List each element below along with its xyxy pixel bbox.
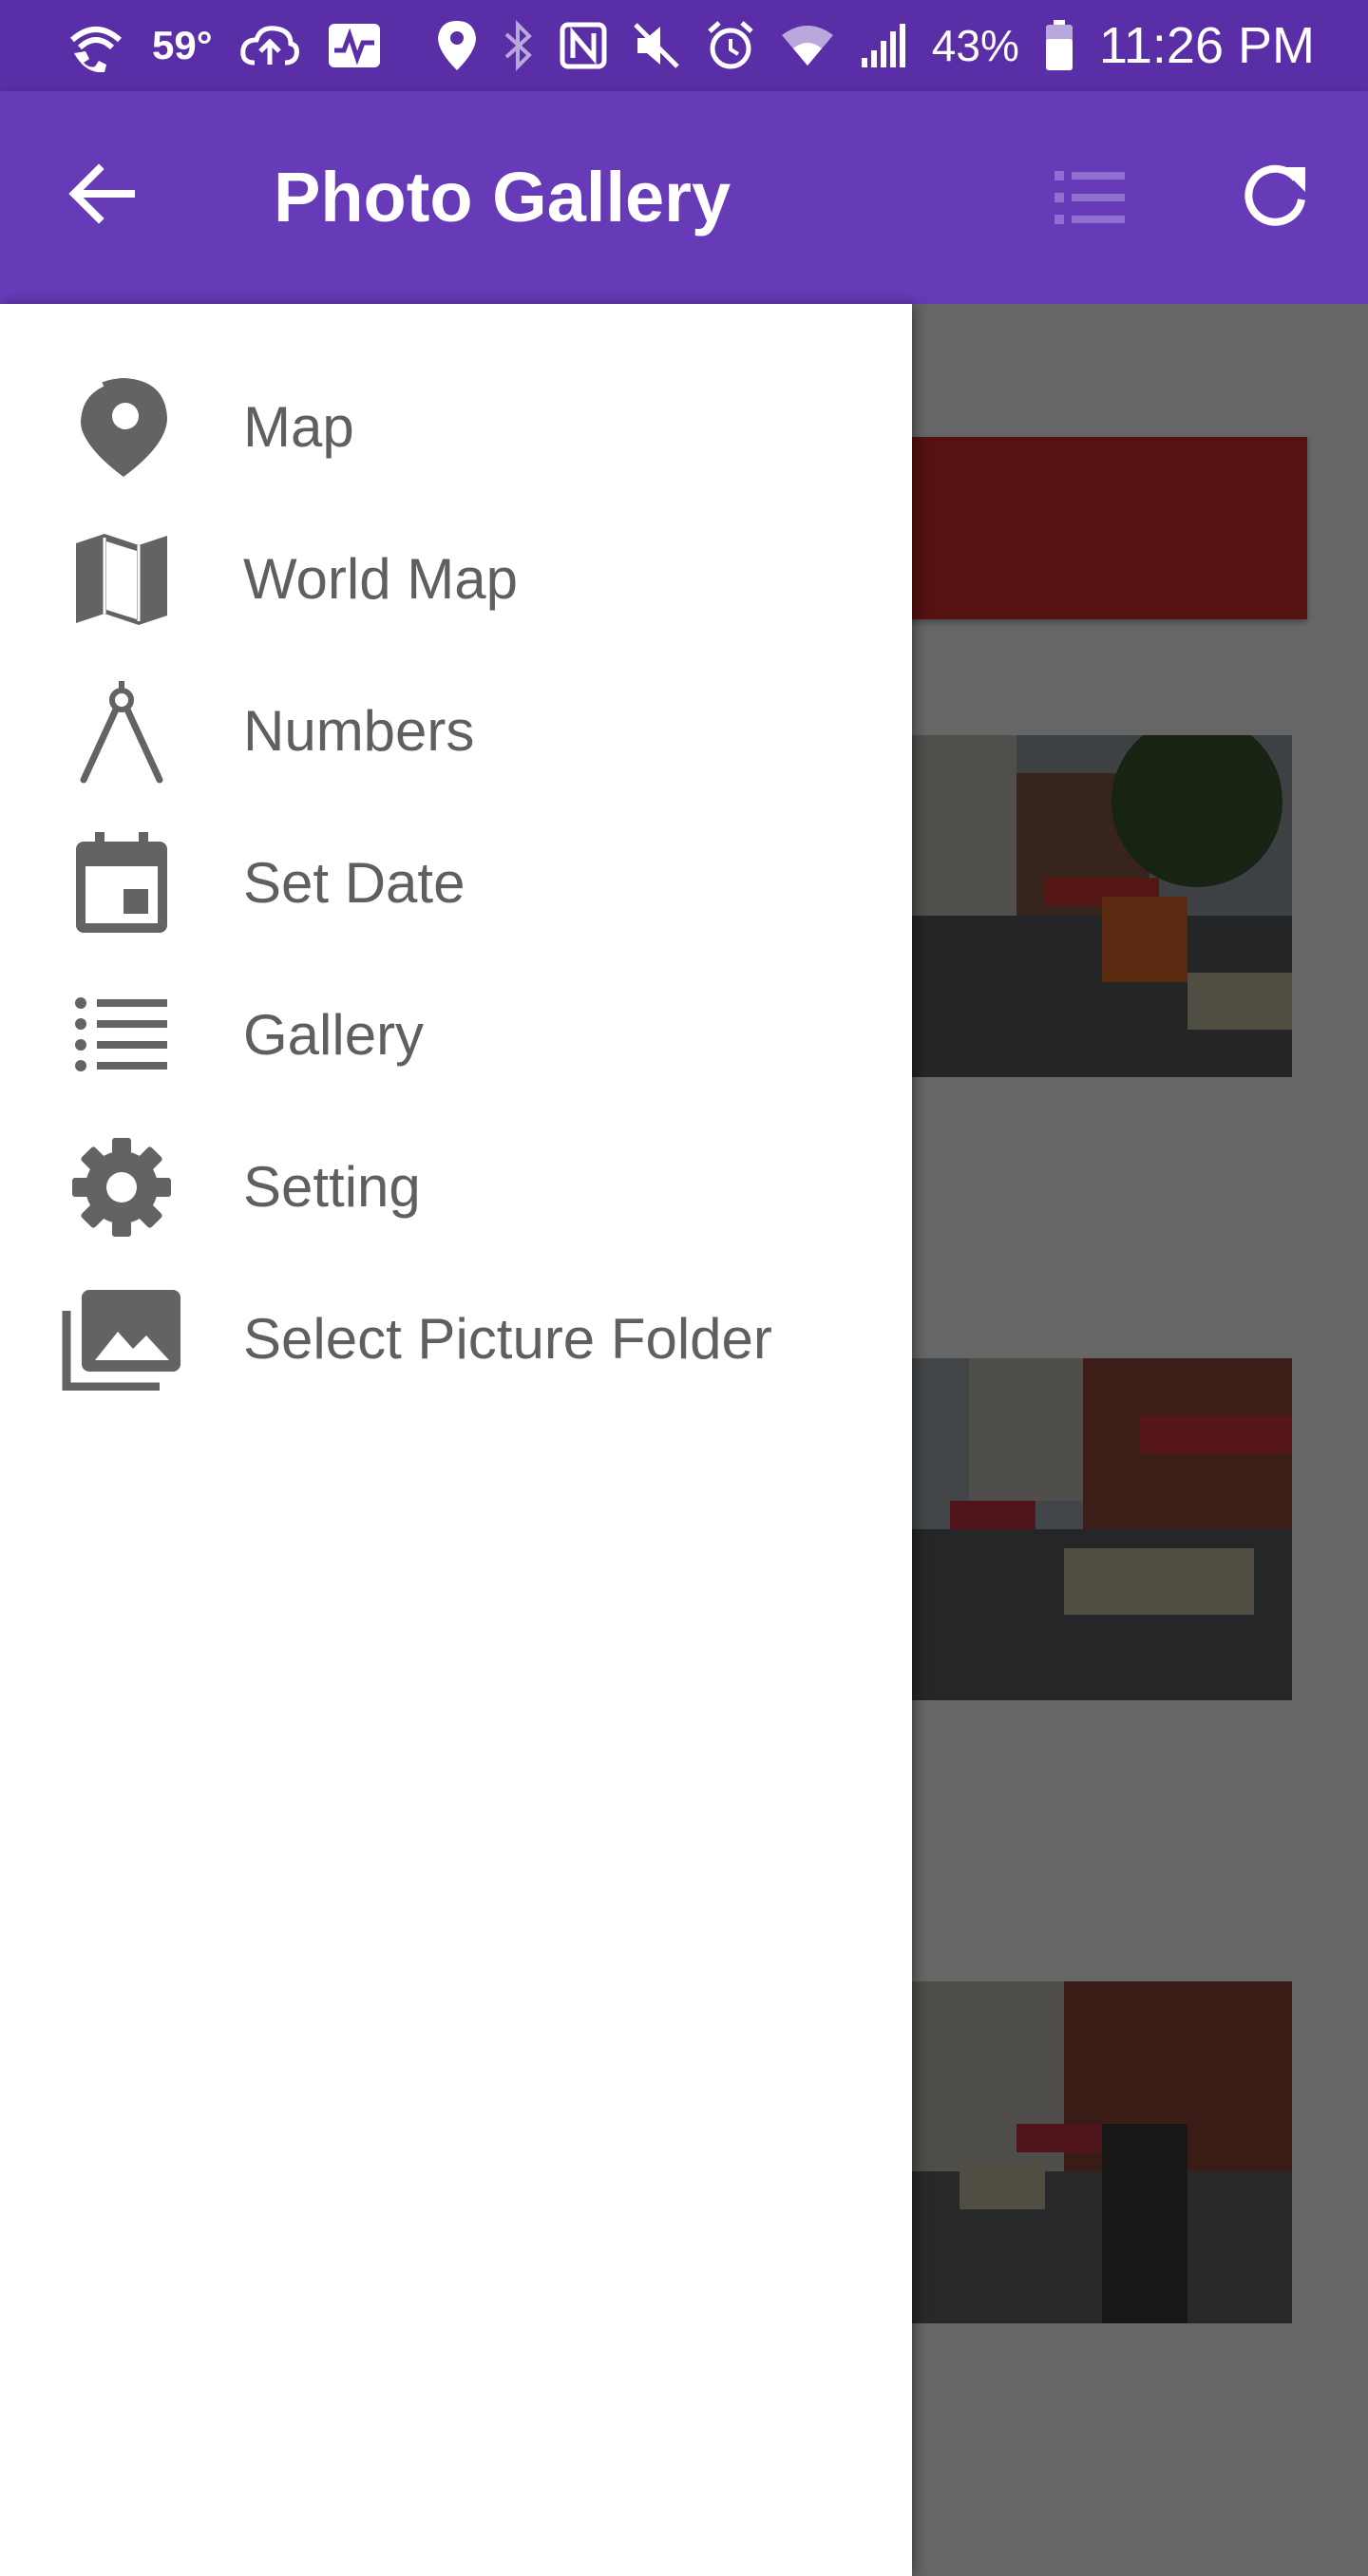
- menu-item-numbers[interactable]: Numbers: [0, 655, 912, 807]
- menu-item-label: Setting: [243, 1155, 421, 1219]
- menu-item-label: Select Picture Folder: [243, 1307, 772, 1371]
- gear-icon: [61, 1138, 182, 1237]
- refresh-button[interactable]: [1237, 158, 1313, 234]
- menu-item-setting[interactable]: Setting: [0, 1111, 912, 1263]
- menu-item-world-map[interactable]: World Map: [0, 503, 912, 655]
- menu-item-set-date[interactable]: Set Date: [0, 807, 912, 959]
- menu-item-label: Gallery: [243, 1003, 425, 1067]
- calendar-icon: [61, 832, 182, 933]
- navigation-drawer: Map World Map Numbers Set Date Gallery S…: [0, 304, 912, 2576]
- menu-item-label: World Map: [243, 547, 518, 611]
- photo-library-icon: [61, 1290, 182, 1391]
- app-bar-inner: Photo Gallery: [0, 0, 1368, 304]
- refresh-icon: [1237, 164, 1313, 237]
- map-pin-icon: [61, 378, 182, 477]
- menu-item-label: Map: [243, 395, 354, 459]
- list-icon: [61, 990, 182, 1081]
- page-title: Photo Gallery: [274, 158, 732, 237]
- list-view-button[interactable]: [1053, 163, 1129, 232]
- back-button[interactable]: [65, 156, 141, 232]
- compass-icon: [61, 681, 182, 784]
- menu-item-label: Set Date: [243, 851, 466, 915]
- list-view-icon: [1053, 171, 1129, 236]
- menu-item-gallery[interactable]: Gallery: [0, 959, 912, 1111]
- menu-item-map[interactable]: Map: [0, 351, 912, 503]
- world-map-icon: [61, 534, 182, 625]
- menu-item-label: Numbers: [243, 699, 475, 763]
- app-bar: Photo Gallery: [0, 91, 1368, 304]
- arrow-back-icon: [65, 163, 141, 236]
- menu-item-select-picture-folder[interactable]: Select Picture Folder: [0, 1263, 912, 1415]
